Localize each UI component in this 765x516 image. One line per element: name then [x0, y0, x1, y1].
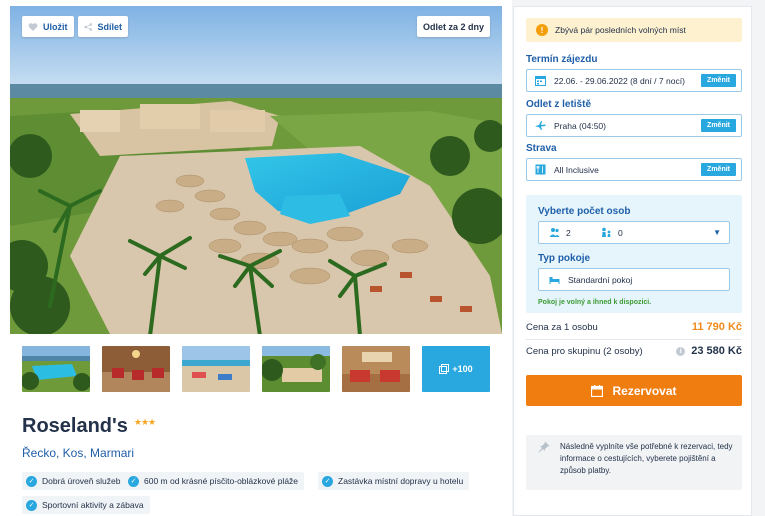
- airport-value: Praha (04:50): [554, 120, 606, 131]
- children-count: 0: [595, 227, 623, 238]
- check-icon: ✓: [322, 475, 333, 487]
- feature-label: 600 m od krásné písčito-oblázkové pláže: [144, 476, 299, 486]
- room-selector[interactable]: Standardní pokoj: [538, 268, 730, 291]
- save-button[interactable]: Uložit: [22, 16, 74, 37]
- calendar-icon: [591, 384, 604, 397]
- reserve-label: Rezervovat: [612, 383, 677, 398]
- note-text: Následně vyplníte vše potřebné k rezerva…: [560, 442, 733, 475]
- calendar-icon: [535, 76, 546, 86]
- adults-icon: [549, 228, 560, 237]
- gallery-thumb[interactable]: [342, 346, 410, 392]
- gallery-thumb[interactable]: [102, 346, 170, 392]
- term-value: 22.06. - 29.06.2022 (8 dní / 7 nocí): [554, 75, 685, 86]
- gallery-thumb[interactable]: [182, 346, 250, 392]
- pin-icon: [538, 441, 550, 453]
- price-group-value: 23 580 Kč: [691, 345, 742, 357]
- booking-note: Následně vyplníte vše potřebné k rezerva…: [526, 435, 742, 490]
- share-button[interactable]: Sdílet: [78, 16, 128, 37]
- availability-alert: ! Zbývá pár posledních volných míst: [526, 18, 742, 42]
- meal-icon: [535, 164, 546, 175]
- share-label: Sdílet: [97, 21, 122, 32]
- change-board-button[interactable]: Změnit: [701, 163, 736, 176]
- hotel-detail: Uložit Sdílet Odlet za 2 dny +100 Rosela…: [0, 0, 512, 516]
- adults-value: 2: [566, 227, 571, 238]
- star-rating: ★★★: [133, 417, 156, 427]
- board-label: Strava: [526, 143, 557, 154]
- price-group-label: Cena pro skupinu (2 osoby): [526, 345, 643, 357]
- info-icon[interactable]: i: [676, 346, 686, 356]
- price-person-label: Cena za 1 osobu: [526, 321, 598, 333]
- booking-panel: ! Zbývá pár posledních volných míst Term…: [513, 6, 752, 516]
- pax-label: Vyberte počet osob: [538, 206, 631, 217]
- airport-label: Odlet z letiště: [526, 99, 592, 110]
- photos-icon: [439, 364, 450, 374]
- room-value: Standardní pokoj: [568, 274, 633, 285]
- children-value: 0: [618, 227, 623, 238]
- feature-label: Dobrá úroveň služeb: [42, 476, 121, 486]
- change-term-button[interactable]: Změnit: [701, 74, 736, 87]
- gallery-thumb[interactable]: [22, 346, 90, 392]
- gallery-more-label: +100: [452, 364, 473, 374]
- plane-icon: [535, 121, 546, 130]
- feature-item: ✓ Sportovní aktivity a zábava: [22, 496, 150, 514]
- gallery-more-button[interactable]: +100: [422, 346, 490, 392]
- pax-selector[interactable]: 2 0 ▼: [538, 221, 730, 244]
- check-icon: ✓: [26, 475, 37, 487]
- term-field[interactable]: 22.06. - 29.06.2022 (8 dní / 7 nocí) Změ…: [526, 69, 742, 92]
- feature-item: ✓ Dobrá úroveň služeb: [22, 472, 127, 490]
- hotel-location[interactable]: Řecko, Kos, Marmari: [22, 446, 134, 460]
- bed-icon: [549, 277, 560, 284]
- board-field[interactable]: All Inclusive Změnit: [526, 158, 742, 181]
- feature-label: Zastávka místní dopravy u hotelu: [338, 476, 464, 486]
- price-person-value: 11 790 Kč: [691, 321, 742, 333]
- hotel-title: Roseland's ★★★: [22, 415, 156, 438]
- passenger-section: Vyberte počet osob 2 0 ▼ Typ pokoje Stan…: [526, 195, 742, 313]
- airport-field[interactable]: Praha (04:50) Změnit: [526, 114, 742, 137]
- room-content: Standardní pokoj: [539, 274, 632, 285]
- price-group-row: Cena pro skupinu (2 osoby) i 23 580 Kč: [526, 345, 742, 357]
- children-icon: [602, 227, 611, 237]
- hotel-name: Roseland's: [22, 415, 128, 437]
- room-label: Typ pokoje: [538, 253, 591, 264]
- hotel-main-photo[interactable]: Uložit Sdílet Odlet za 2 dny: [10, 6, 502, 334]
- term-label: Termín zájezdu: [526, 54, 598, 65]
- check-icon: ✓: [26, 499, 37, 511]
- adults-count: 2: [539, 227, 595, 238]
- heart-icon: [28, 22, 38, 31]
- divider: [526, 339, 742, 340]
- departure-badge: Odlet za 2 dny: [416, 16, 490, 37]
- chevron-down-icon[interactable]: ▼: [713, 228, 721, 237]
- save-label: Uložit: [43, 21, 68, 32]
- price-per-person-row: Cena za 1 osobu 11 790 Kč: [526, 321, 742, 333]
- warning-icon: !: [536, 24, 548, 36]
- room-availability: Pokoj je volný a ihned k dispozici.: [538, 299, 652, 306]
- feature-item: ✓ Zastávka místní dopravy u hotelu: [318, 472, 470, 490]
- photo-gallery: +100: [22, 346, 492, 392]
- reserve-button[interactable]: Rezervovat: [526, 375, 742, 406]
- check-icon: ✓: [128, 475, 139, 487]
- board-value: All Inclusive: [554, 164, 599, 175]
- feature-item: ✓ 600 m od krásné písčito-oblázkové pláž…: [124, 472, 305, 490]
- feature-label: Sportovní aktivity a zábava: [42, 500, 144, 510]
- alert-text: Zbývá pár posledních volných míst: [555, 25, 686, 35]
- price-group-wrap: i 23 580 Kč: [676, 345, 742, 357]
- gallery-thumb[interactable]: [262, 346, 330, 392]
- share-icon: [84, 22, 93, 31]
- change-airport-button[interactable]: Změnit: [701, 119, 736, 132]
